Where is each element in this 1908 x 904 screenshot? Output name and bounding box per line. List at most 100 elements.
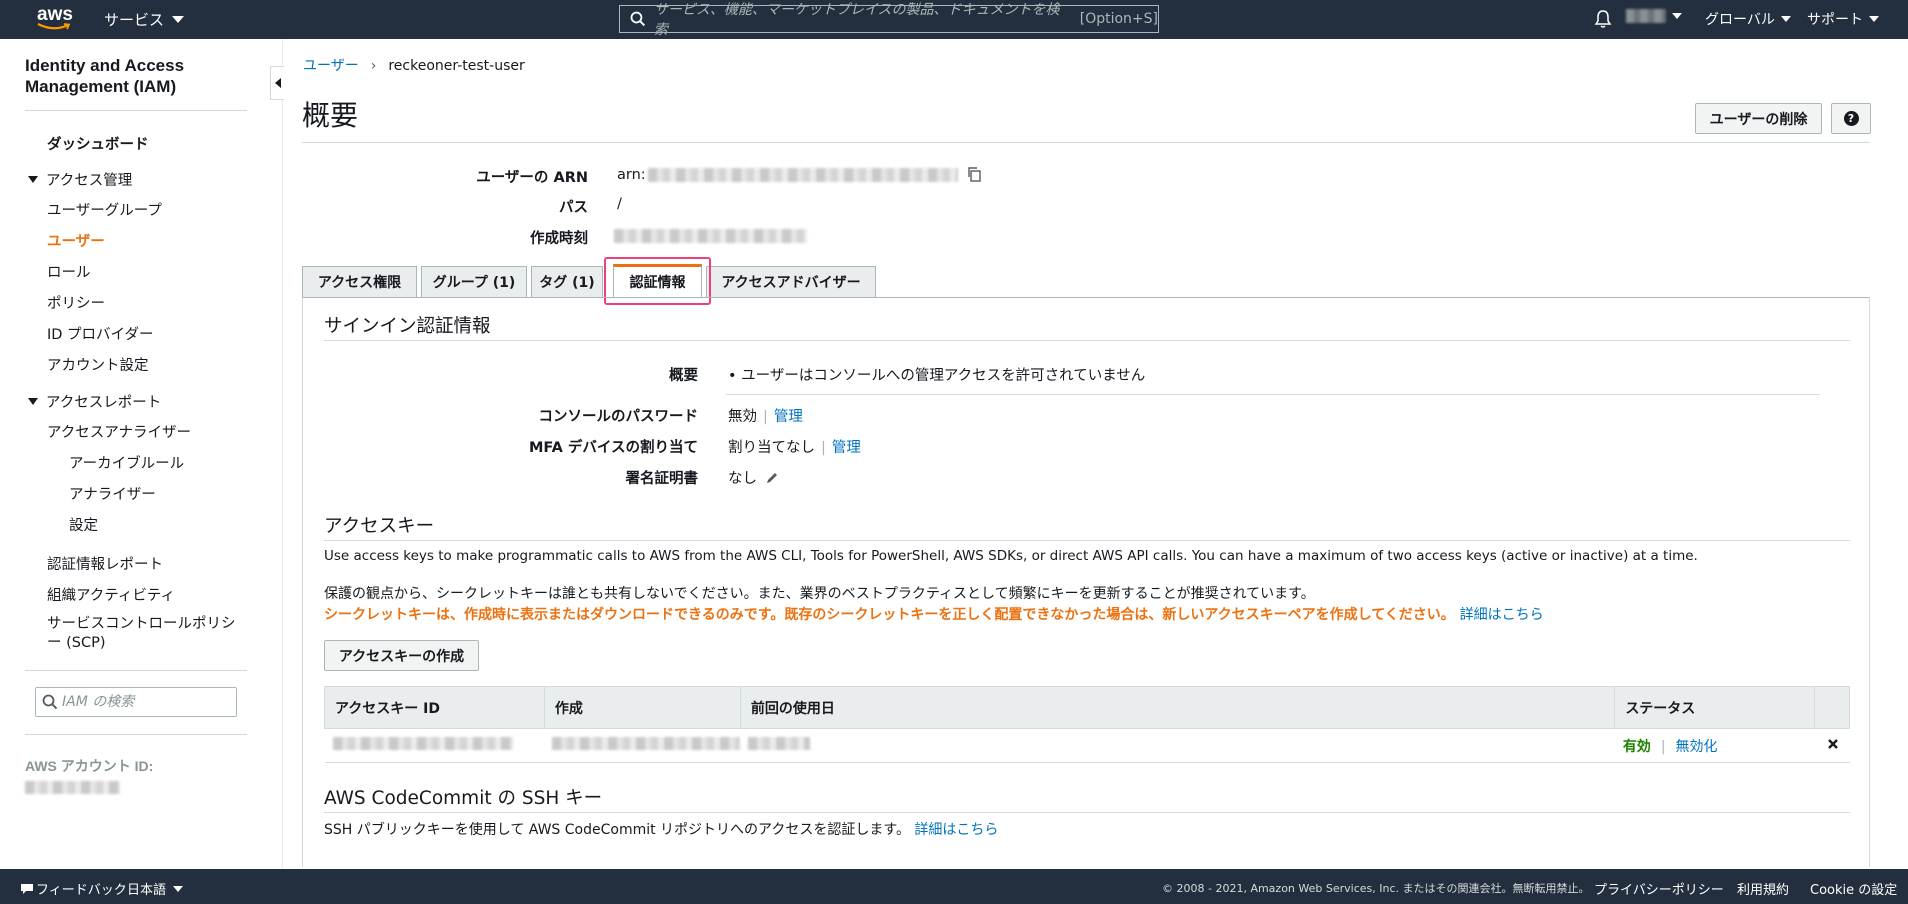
chevron-down-icon [1780, 16, 1791, 22]
access-keys-heading: アクセスキー [324, 516, 435, 537]
top-navigation-bar: aws サービス サービス、機能、マーケットプレイスの製品、ドキュメントを検索 … [0, 0, 1908, 39]
manage-password-link[interactable]: 管理 [774, 409, 803, 425]
sidebar-item-policies[interactable]: ポリシー [47, 292, 105, 313]
language-label: 日本語 [127, 883, 167, 898]
sidebar-item-user-groups[interactable]: ユーザーグループ [47, 199, 162, 220]
divider [302, 142, 1870, 143]
arn-value: arn: [617, 166, 983, 183]
sidebar-item-scp[interactable]: サービスコントロールポリシー (SCP) [47, 615, 247, 653]
copyright-text: © 2008 - 2021, Amazon Web Services, Inc.… [1162, 882, 1590, 895]
help-button[interactable]: ? [1831, 103, 1871, 134]
sidebar-item-roles[interactable]: ロール [47, 261, 91, 282]
account-menu[interactable] [1626, 9, 1682, 23]
services-menu[interactable]: サービス [104, 9, 185, 30]
region-label: グローバル [1705, 12, 1775, 28]
language-selector[interactable]: 日本語 [127, 879, 184, 898]
sidebar-item-dashboard[interactable]: ダッシュボード [47, 133, 149, 154]
sidebar-item-account-settings[interactable]: アカウント設定 [47, 354, 149, 375]
cookie-settings-link[interactable]: Cookie の設定 [1810, 879, 1897, 898]
region-menu[interactable]: グローバル [1705, 9, 1791, 29]
support-label: サポート [1807, 12, 1863, 28]
search-shortcut: [Option+S] [1079, 11, 1158, 27]
overview-value: • ユーザーはコンソールへの管理アクセスを許可されていません [728, 368, 1146, 384]
chevron-left-icon [274, 78, 281, 88]
column-header-created: 作成 [543, 686, 741, 729]
sidebar-item-access-analyzer[interactable]: アクセスアナライザー [47, 421, 191, 442]
search-placeholder: サービス、機能、マーケットプレイスの製品、ドキュメントを検索 [653, 2, 1060, 38]
divider [726, 394, 1820, 395]
column-header-last-used: 前回の使用日 [739, 686, 1616, 729]
sidebar-group-access-management[interactable]: アクセス管理 [28, 169, 132, 190]
access-keys-description: Use access keys to make programmatic cal… [324, 548, 1698, 564]
support-menu[interactable]: サポート [1807, 9, 1879, 29]
arn-prefix: arn: [617, 166, 646, 183]
overview-text: ユーザーはコンソールへの管理アクセスを許可されていません [741, 368, 1146, 384]
redacted-access-key-id [332, 737, 513, 750]
divider [324, 812, 1850, 813]
warning-text: シークレットキーは、作成時に表示またはダウンロードできるのみです。既存のシークレ… [324, 607, 1455, 623]
column-header-access-key-id: アクセスキー ID [324, 686, 545, 729]
search-icon [42, 694, 58, 710]
feedback-icon [21, 884, 33, 894]
tab-access-advisor[interactable]: アクセスアドバイザー [706, 266, 876, 297]
console-password-label: コンソールのパスワード [538, 409, 699, 425]
copy-icon[interactable] [966, 166, 983, 183]
chevron-right-icon: › [370, 58, 377, 74]
account-id-label: AWS アカウント ID: [25, 758, 154, 774]
sidebar-item-analyzers[interactable]: アナライザー [69, 483, 156, 504]
codecommit-text: SSH パブリックキーを使用して AWS CodeCommit リポジトリへのア… [324, 822, 910, 838]
terms-link[interactable]: 利用規約 [1737, 879, 1789, 898]
signing-cert-label: 署名証明書 [625, 471, 699, 487]
sidebar-group-label: アクセス管理 [46, 173, 133, 189]
tab-tags[interactable]: タグ (1) [531, 266, 603, 297]
pencil-edit-icon[interactable] [765, 471, 779, 485]
collapse-sidebar-button[interactable] [270, 66, 284, 100]
iam-search-input[interactable] [62, 694, 222, 710]
overview-label: 概要 [669, 368, 698, 384]
path-label: パス [559, 200, 588, 216]
chevron-down-icon [1869, 16, 1879, 22]
iam-search-field[interactable] [35, 687, 237, 717]
services-label: サービス [104, 11, 165, 29]
manage-mfa-link[interactable]: 管理 [832, 440, 861, 456]
security-note: 保護の観点から、シークレットキーは誰とも共有しないでください。また、業界のベスト… [324, 586, 1315, 602]
redacted-created [552, 737, 741, 750]
sidebar-item-credential-report[interactable]: 認証情報レポート [47, 553, 163, 574]
mfa-label: MFA デバイスの割り当て [528, 440, 698, 456]
signing-cert-value: なし [728, 467, 779, 488]
deactivate-key-link[interactable]: 無効化 [1676, 739, 1718, 755]
column-header-status: ステータス [1614, 686, 1815, 729]
sidebar-item-users[interactable]: ユーザー [47, 230, 105, 251]
aws-logo[interactable]: aws [36, 4, 76, 34]
access-key-id-cell [324, 728, 545, 763]
notification-bell-icon[interactable] [1594, 9, 1612, 29]
sidebar-border [282, 39, 283, 869]
create-access-key-button[interactable]: アクセスキーの作成 [324, 640, 479, 671]
feedback-link[interactable]: フィードバック [20, 879, 127, 898]
triangle-down-icon [28, 176, 38, 183]
redacted-account-id [25, 781, 120, 794]
sidebar-group-access-reports[interactable]: アクセスレポート [28, 391, 161, 412]
signing-cert-status: なし [728, 471, 757, 487]
divider [25, 734, 247, 735]
tab-groups[interactable]: グループ (1) [421, 266, 527, 297]
sidebar-item-id-providers[interactable]: ID プロバイダー [47, 323, 153, 344]
close-icon[interactable] [1827, 738, 1839, 750]
created-cell [544, 728, 741, 763]
tab-permissions[interactable]: アクセス権限 [302, 266, 417, 297]
chevron-down-icon [173, 886, 184, 892]
chevron-down-icon [1672, 13, 1682, 19]
breadcrumb-users-link[interactable]: ユーザー [303, 58, 359, 74]
separator: | [1660, 738, 1666, 755]
separator: | [821, 440, 826, 456]
learn-more-link[interactable]: 詳細はこちら [1460, 607, 1544, 623]
privacy-policy-link[interactable]: プライバシーポリシー [1594, 879, 1724, 898]
sidebar-item-archive-rules[interactable]: アーカイブルール [69, 452, 184, 473]
delete-user-button[interactable]: ユーザーの削除 [1695, 103, 1822, 134]
sidebar-item-analyzer-settings[interactable]: 設定 [69, 514, 98, 535]
console-password-status: 無効 [728, 409, 757, 425]
codecommit-learn-more-link[interactable]: 詳細はこちら [914, 822, 998, 838]
table-header-row: アクセスキー ID 作成 前回の使用日 ステータス [324, 686, 1850, 729]
sidebar-item-organization-activity[interactable]: 組織アクティビティ [47, 584, 175, 605]
global-search-input[interactable]: サービス、機能、マーケットプレイスの製品、ドキュメントを検索 [Option+S… [619, 2, 1159, 38]
